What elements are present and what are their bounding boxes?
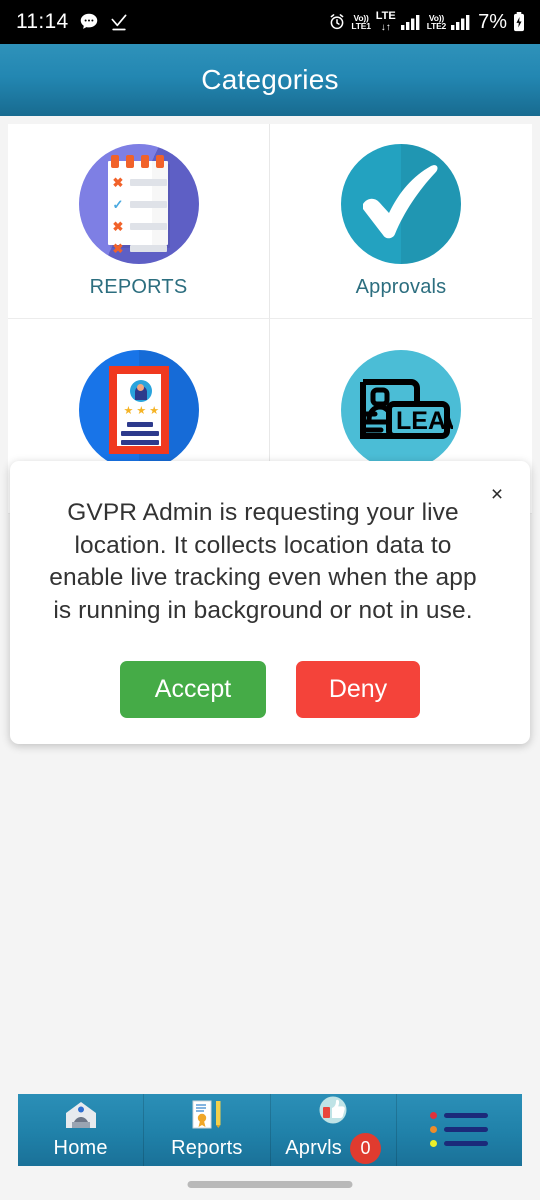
nav-label-reports: Reports — [171, 1137, 243, 1159]
checkmark-circle-icon — [341, 143, 461, 264]
status-bar: 11:14 Vo)) LTE1 LTE ↓↑ Vo)) LTE2 7% — [0, 0, 540, 44]
category-label-approvals: Approvals — [355, 275, 447, 298]
thumbs-up-icon — [316, 1096, 350, 1131]
volte2-bottom: LTE2 — [426, 21, 447, 31]
home-indicator — [187, 1181, 353, 1188]
dialog-actions: Accept Deny — [32, 661, 508, 719]
app-header: Categories — [0, 44, 540, 116]
notepad-checklist-icon: ✖ ✓ ✖ ✖ — [78, 143, 199, 264]
close-icon[interactable]: × — [486, 483, 508, 505]
location-permission-dialog: × GVPR Admin is requesting your live loc… — [10, 461, 530, 745]
status-time: 11:14 — [16, 10, 69, 33]
signal-bars-1-icon — [400, 14, 422, 30]
deny-button[interactable]: Deny — [296, 661, 420, 719]
nav-label-home: Home — [53, 1137, 108, 1159]
category-tile-reports[interactable]: ✖ ✓ ✖ ✖ REPORTS — [8, 124, 270, 319]
alarm-icon — [328, 13, 346, 31]
category-label-reports: REPORTS — [89, 275, 188, 298]
nav-item-approvals[interactable]: Aprvls 0 — [271, 1094, 397, 1166]
volte1-bottom: LTE1 — [351, 21, 371, 31]
menu-list-icon — [430, 1111, 489, 1147]
lte-arrows: ↓↑ — [380, 21, 391, 33]
profile-certificate-icon: ★ ★ ★ — [78, 350, 199, 470]
dialog-message: GVPR Admin is requesting your live locat… — [49, 499, 477, 624]
lte-top: LTE — [375, 9, 396, 22]
message-icon — [78, 11, 100, 33]
bottom-navigation: Home Reports Aprvls 0 — [0, 1094, 540, 1166]
check-download-icon — [109, 12, 129, 32]
lte-icon: LTE ↓↑ — [375, 9, 396, 33]
volte1-icon: Vo)) LTE1 — [351, 13, 371, 31]
nav-item-home[interactable]: Home — [18, 1094, 145, 1166]
status-bar-left: 11:14 — [16, 10, 129, 34]
signal-bars-2-icon — [451, 14, 472, 30]
nav-item-menu[interactable] — [397, 1094, 522, 1166]
battery-charging-icon — [512, 12, 526, 32]
accept-button[interactable]: Accept — [120, 661, 266, 719]
category-tile-approvals[interactable]: Approvals — [270, 124, 532, 319]
approvals-badge: 0 — [350, 1133, 382, 1164]
categories-grid: ✖ ✓ ✖ ✖ REPORTS Approvals ★ ★ ★ LEAV — [8, 124, 532, 514]
home-icon — [64, 1100, 98, 1135]
nav-item-reports[interactable]: Reports — [144, 1094, 271, 1166]
nav-label-approvals: Aprvls — [285, 1137, 343, 1159]
status-bar-right: Vo)) LTE1 LTE ↓↑ Vo)) LTE2 7% — [328, 9, 526, 34]
leave-request-icon: LEAVE — [341, 350, 461, 470]
page-title: Categories — [201, 64, 339, 95]
document-pencil-icon — [189, 1100, 225, 1135]
svg-text:LEAVE: LEAVE — [396, 407, 453, 435]
volte2-icon: Vo)) LTE2 — [426, 13, 447, 31]
battery-percent: 7% — [478, 10, 507, 33]
